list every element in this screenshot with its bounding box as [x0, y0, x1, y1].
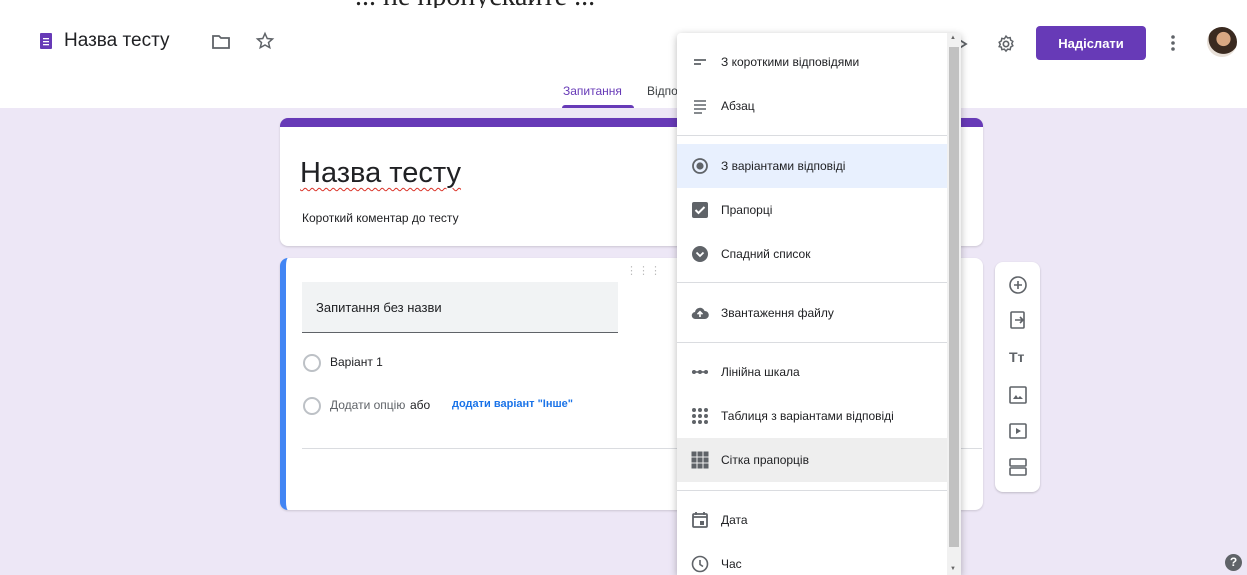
menu-separator	[677, 135, 947, 136]
clock-icon	[691, 555, 709, 573]
menu-item-multiple-choice[interactable]: З варіантами відповіді	[677, 144, 947, 188]
top-clipped-text: ... не пропускайте ...	[0, 0, 1247, 8]
menu-item-paragraph[interactable]: Абзац	[677, 84, 947, 128]
add-section-icon[interactable]	[1007, 456, 1029, 478]
tab-questions[interactable]: Запитання	[561, 84, 624, 98]
add-other-option-link[interactable]: додати варіант "Інше"	[452, 398, 573, 410]
forms-doc-icon	[40, 33, 52, 49]
menu-item-checkbox-grid[interactable]: Сітка прапорців	[677, 438, 947, 482]
menu-item-label: З варіантами відповіді	[721, 159, 846, 173]
scroll-down-arrow-icon[interactable]: ▼	[950, 566, 956, 572]
help-icon[interactable]: ?	[1225, 554, 1242, 571]
menu-separator	[677, 282, 947, 283]
send-button[interactable]: Надіслати	[1036, 26, 1146, 60]
menu-item-label: Звантаження файлу	[721, 306, 834, 320]
menu-separator	[677, 490, 947, 491]
short-answer-icon	[694, 59, 706, 65]
question-title[interactable]: Запитання без назви	[316, 300, 442, 315]
option-1-label[interactable]: Варіант 1	[330, 355, 383, 369]
menu-item-dropdown[interactable]: Спадний список	[677, 232, 947, 276]
paragraph-icon	[694, 100, 706, 114]
dropdown-icon	[692, 246, 708, 262]
menu-item-label: З короткими відповідями	[721, 55, 860, 69]
menu-item-label: Таблиця з варіантами відповіді	[721, 409, 894, 423]
form-description[interactable]: Короткий коментар до тесту	[302, 211, 459, 225]
more-vert-icon[interactable]	[1169, 34, 1177, 52]
checkbox-icon	[692, 202, 708, 218]
add-image-icon[interactable]	[1007, 384, 1029, 406]
radio-button-icon	[692, 158, 708, 174]
menu-item-multiple-choice-grid[interactable]: Таблиця з варіантами відповіді	[677, 394, 947, 438]
linear-scale-icon	[692, 370, 708, 374]
menu-item-date[interactable]: Дата	[677, 498, 947, 542]
menu-item-checkboxes[interactable]: Прапорці	[677, 188, 947, 232]
menu-item-file-upload[interactable]: Звантаження файлу	[677, 291, 947, 335]
user-avatar[interactable]	[1207, 27, 1237, 57]
menu-item-linear-scale[interactable]: Лінійна шкала	[677, 350, 947, 394]
menu-separator	[677, 342, 947, 343]
drag-handle-icon[interactable]: ⋮⋮⋮	[626, 264, 662, 277]
star-icon[interactable]	[255, 31, 275, 51]
option-radio-icon	[303, 354, 321, 372]
side-toolbar: Tт	[995, 262, 1040, 492]
add-video-icon[interactable]	[1007, 420, 1029, 442]
calendar-icon	[692, 512, 708, 528]
form-title[interactable]: Назва тесту	[300, 157, 461, 190]
menu-item-label: Сітка прапорців	[721, 453, 809, 467]
add-question-icon[interactable]	[1007, 274, 1029, 296]
add-option-radio-icon	[303, 397, 321, 415]
add-option-link[interactable]: Додати опцію	[330, 398, 405, 412]
gear-icon[interactable]	[996, 34, 1016, 54]
menu-item-label: Дата	[721, 513, 748, 527]
menu-item-label: Лінійна шкала	[721, 365, 800, 379]
question-title-field[interactable]: Запитання без назви	[302, 282, 618, 333]
question-type-menu: З короткими відповідями Абзац З варіанта…	[677, 33, 961, 575]
menu-item-label: Абзац	[721, 99, 755, 113]
import-questions-icon[interactable]	[1007, 309, 1029, 331]
menu-item-time[interactable]: Час	[677, 542, 947, 575]
folder-icon[interactable]	[211, 34, 231, 50]
grid-multiple-choice-icon	[692, 408, 708, 424]
document-title[interactable]: Назва тесту	[64, 30, 169, 52]
svg-text:Tт: Tт	[1009, 349, 1025, 365]
add-title-icon[interactable]: Tт	[1007, 346, 1029, 368]
menu-item-short-answer[interactable]: З короткими відповідями	[677, 40, 947, 84]
or-text: або	[410, 398, 431, 412]
menu-scrollbar-thumb[interactable]	[949, 47, 959, 547]
app-header: Назва тесту Надіслати Запитання Відповід…	[0, 8, 1247, 109]
scroll-up-arrow-icon[interactable]: ▲	[950, 35, 956, 41]
menu-item-label: Час	[721, 557, 742, 571]
menu-item-label: Прапорці	[721, 203, 773, 217]
checkbox-grid-icon	[691, 451, 709, 469]
menu-item-label: Спадний список	[721, 247, 811, 261]
cloud-upload-icon	[691, 307, 709, 320]
